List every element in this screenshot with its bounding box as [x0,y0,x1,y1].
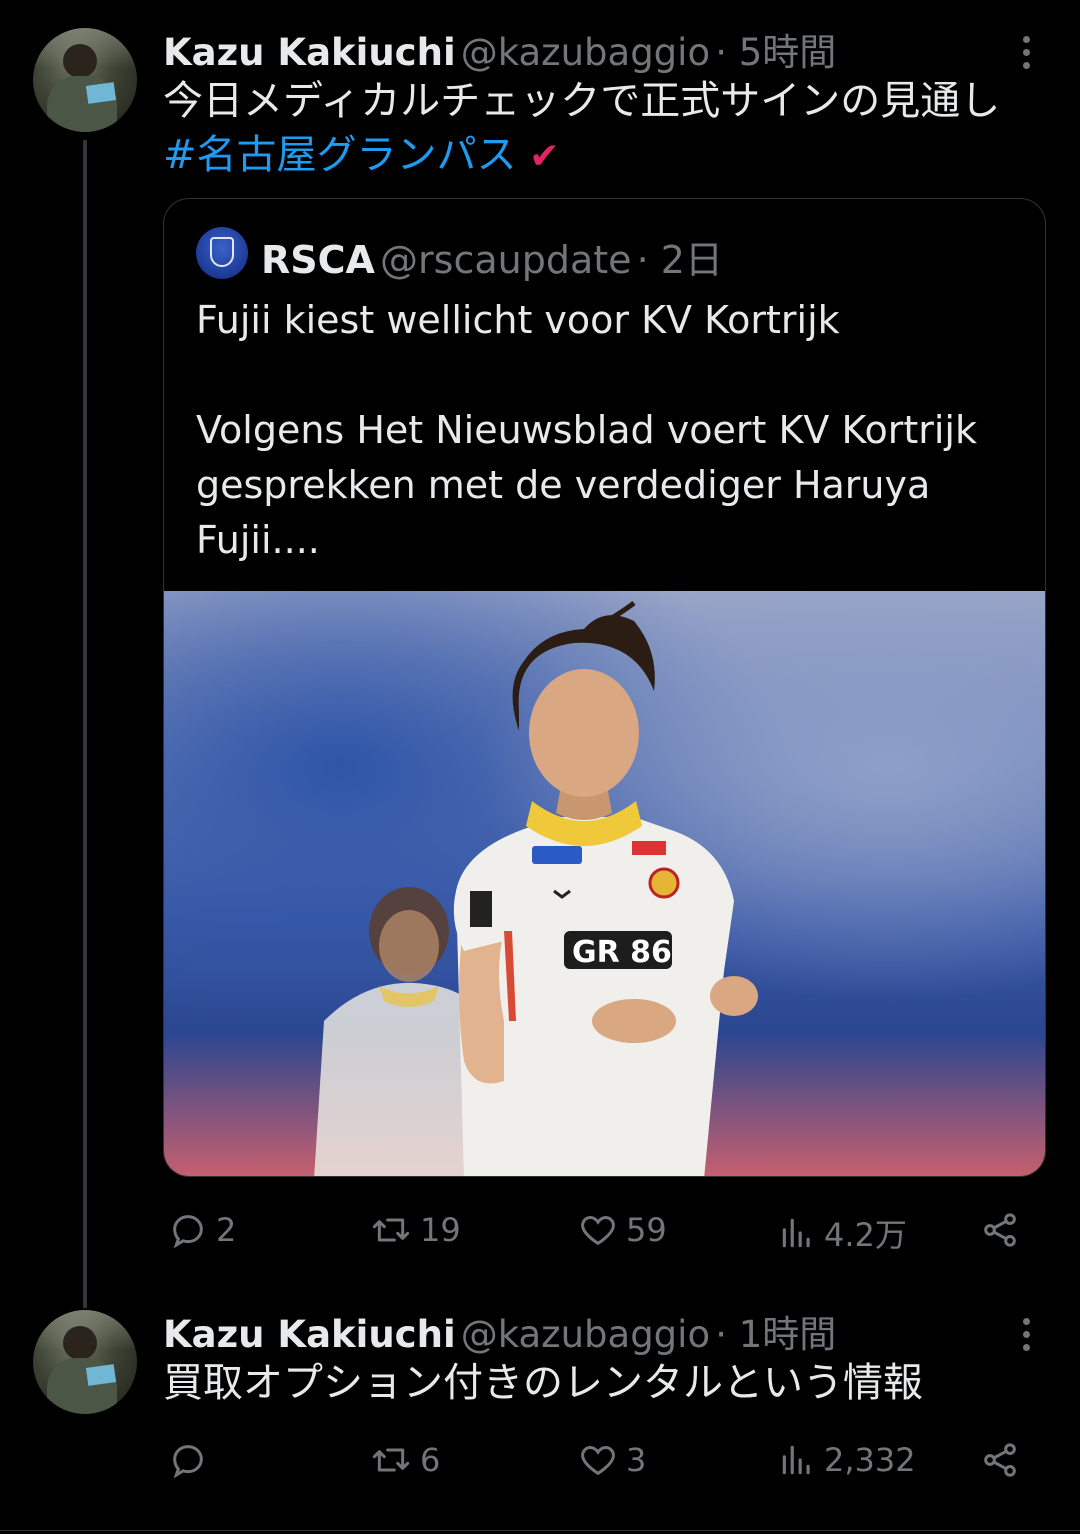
tweet-time[interactable]: · 1時間 [715,1313,836,1356]
player-photo-illustration: GR 86 [314,601,758,1176]
like-count: 3 [626,1441,647,1479]
tweet-text: 買取オプション付きのレンタルという情報 [163,1360,923,1406]
heart-icon [581,1215,615,1246]
quoted-text-line: Fujii kiest wellicht voor KV Kortrijk [196,298,840,342]
check-emoji-icon: ✔ [529,136,560,177]
author-avatar[interactable] [33,1310,137,1414]
author-name[interactable]: Kazu Kakiuchi [163,31,456,74]
retweet-button[interactable]: 6 [370,1440,440,1480]
like-count: 59 [626,1211,667,1249]
hashtag-link[interactable]: #名古屋グランパス [163,132,517,178]
author-avatar[interactable] [33,28,137,132]
tweet-text-line: 今日メディカルチェックで正式サインの見通し [163,78,1001,124]
heart-icon [581,1445,615,1476]
reply-icon [173,1445,203,1479]
view-count: 2,332 [824,1441,916,1479]
quoted-text-line: Fujii.... [196,518,320,562]
views-button[interactable]: 4.2万 [778,1210,907,1256]
tweet-header: Kazu Kakiuchi @kazubaggio · 5時間 [163,22,836,76]
tweet-time[interactable]: · 5時間 [715,31,836,74]
rsca-avatar [196,227,248,279]
author-handle[interactable]: @kazubaggio [461,31,710,74]
like-button[interactable]: 3 [578,1440,646,1480]
thread-line [83,140,87,1308]
view-count: 4.2万 [824,1216,907,1254]
quoted-tweet-photo[interactable]: GR 86 [164,591,1045,1176]
tweet-header: Kazu Kakiuchi @kazubaggio · 1時間 [163,1304,836,1358]
views-button[interactable]: 2,332 [778,1440,916,1480]
retweet-count: 19 [420,1211,461,1249]
share-icon [984,1213,1016,1247]
retweet-icon [372,1448,410,1472]
more-options-icon[interactable] [1023,36,1031,75]
quoted-author-handle: @rscaupdate [380,238,632,282]
analytics-icon [782,1218,810,1248]
quoted-author-name: RSCA [261,238,375,282]
author-name[interactable]: Kazu Kakiuchi [163,1313,456,1356]
quoted-text-line: Volgens Het Nieuwsblad voert KV Kortrijk [196,408,977,452]
retweet-count: 6 [420,1441,441,1479]
quoted-tweet[interactable]: RSCA @rscaupdate · 2日 Fujii kiest wellic… [163,198,1046,1177]
reply-count: 2 [216,1211,237,1249]
retweet-icon [372,1218,410,1242]
quoted-text-line: gesprekken met de verdediger Haruya [196,463,931,507]
like-button[interactable]: 59 [578,1210,667,1250]
analytics-icon [782,1445,810,1475]
tweet-text: 今日メディカルチェックで正式サインの見通し #名古屋グランパス ✔ [163,74,1000,184]
share-icon [984,1443,1016,1477]
author-handle[interactable]: @kazubaggio [461,1313,710,1356]
quoted-tweet-header: RSCA @rscaupdate · 2日 [261,229,723,284]
svg-text:GR 86: GR 86 [572,935,672,970]
reply-button[interactable] [168,1440,216,1480]
reply-button[interactable]: 2 [168,1210,236,1250]
quoted-tweet-text: Fujii kiest wellicht voor KV Kortrijk Vo… [196,293,1026,568]
share-button[interactable] [980,1210,1020,1250]
quoted-tweet-time: · 2日 [636,238,723,282]
share-button[interactable] [980,1440,1020,1480]
divider [0,1530,1080,1531]
reply-icon [173,1215,203,1249]
retweet-button[interactable]: 19 [370,1210,461,1250]
more-options-icon[interactable] [1023,1318,1031,1357]
